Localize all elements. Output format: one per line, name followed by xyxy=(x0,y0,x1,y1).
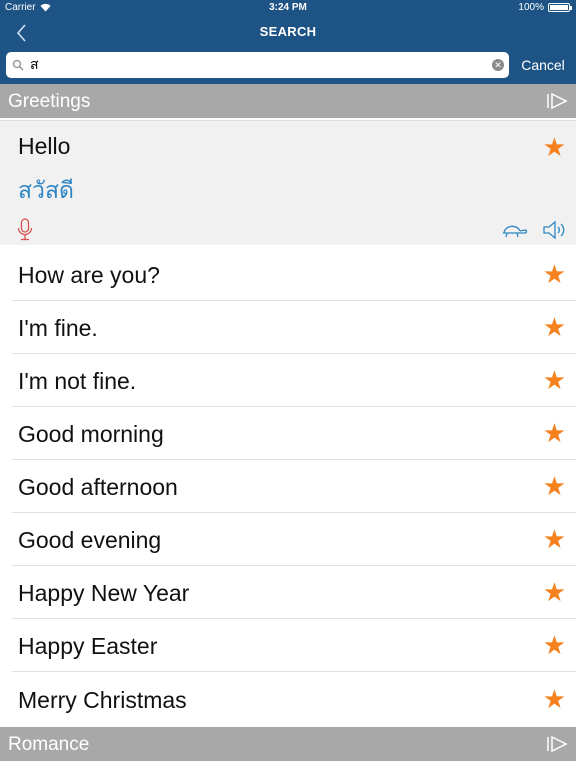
search-field[interactable]: ✕ xyxy=(6,52,509,78)
phrase-label: Good afternoon xyxy=(18,474,178,500)
section-header-greetings: Greetings xyxy=(0,84,576,118)
favorite-star-icon[interactable]: ★ xyxy=(543,418,566,449)
section-title: Romance xyxy=(8,734,90,755)
battery-icon xyxy=(548,3,572,12)
microphone-icon[interactable] xyxy=(16,218,34,242)
phrase-label: How are you? xyxy=(18,262,160,288)
clear-search-icon[interactable]: ✕ xyxy=(492,59,504,71)
phrase-row[interactable]: I'm fine. ★ xyxy=(0,301,576,354)
speaker-icon[interactable] xyxy=(542,219,568,241)
status-right: 100% xyxy=(518,2,572,13)
favorite-star-icon[interactable]: ★ xyxy=(543,259,566,290)
phrase-row[interactable]: Merry Christmas ★ xyxy=(0,673,576,726)
phrase-text: Hello xyxy=(18,133,71,159)
phrase-row[interactable]: Good morning ★ xyxy=(0,407,576,460)
section-header-romance: Romance xyxy=(0,727,576,761)
phrase-row[interactable]: I'm not fine. ★ xyxy=(0,354,576,407)
translation-text: สวัสดี xyxy=(18,177,74,203)
navigation-bar: Carrier 3:24 PM 100% SEARCH ✕ Cancel xyxy=(0,0,576,84)
phrase-label: Happy New Year xyxy=(18,580,190,606)
favorite-star-icon[interactable]: ★ xyxy=(543,312,566,343)
phrase-row[interactable]: Happy New Year ★ xyxy=(0,566,576,619)
section-title: Greetings xyxy=(8,91,91,112)
favorite-star-icon[interactable]: ★ xyxy=(543,132,566,163)
battery-percent: 100% xyxy=(518,2,544,13)
search-icon xyxy=(12,59,24,71)
play-all-icon[interactable] xyxy=(546,92,568,110)
status-time: 3:24 PM xyxy=(269,2,307,13)
status-bar: Carrier 3:24 PM 100% xyxy=(0,0,576,16)
phrase-label: Good evening xyxy=(18,527,162,553)
phrase-label: I'm not fine. xyxy=(18,368,137,394)
favorite-star-icon[interactable]: ★ xyxy=(543,471,566,502)
favorite-star-icon[interactable]: ★ xyxy=(543,524,566,555)
phrase-row[interactable]: Happy Easter ★ xyxy=(0,619,576,672)
favorite-star-icon[interactable]: ★ xyxy=(543,630,566,661)
cancel-button[interactable]: Cancel xyxy=(513,52,573,78)
phrase-row[interactable]: Good evening ★ xyxy=(0,513,576,566)
phrase-label: Good morning xyxy=(18,421,164,447)
turtle-slow-play-icon[interactable] xyxy=(500,221,528,239)
phrase-label: Happy Easter xyxy=(18,633,158,659)
phrase-row[interactable]: Good afternoon ★ xyxy=(0,460,576,513)
page-title: SEARCH xyxy=(259,24,317,39)
row-divider xyxy=(12,671,576,672)
favorite-star-icon[interactable]: ★ xyxy=(543,365,566,396)
expanded-phrase-card[interactable]: Hello ★ สวัสดี xyxy=(0,120,576,245)
favorite-star-icon[interactable]: ★ xyxy=(543,577,566,608)
phrase-label: I'm fine. xyxy=(18,315,98,341)
phrase-row[interactable]: How are you? ★ xyxy=(0,248,576,301)
nav-header: SEARCH xyxy=(0,16,576,48)
search-input[interactable] xyxy=(30,54,470,76)
phrase-label: Merry Christmas xyxy=(18,687,187,713)
favorite-star-icon[interactable]: ★ xyxy=(543,684,566,715)
play-all-icon[interactable] xyxy=(546,735,568,753)
